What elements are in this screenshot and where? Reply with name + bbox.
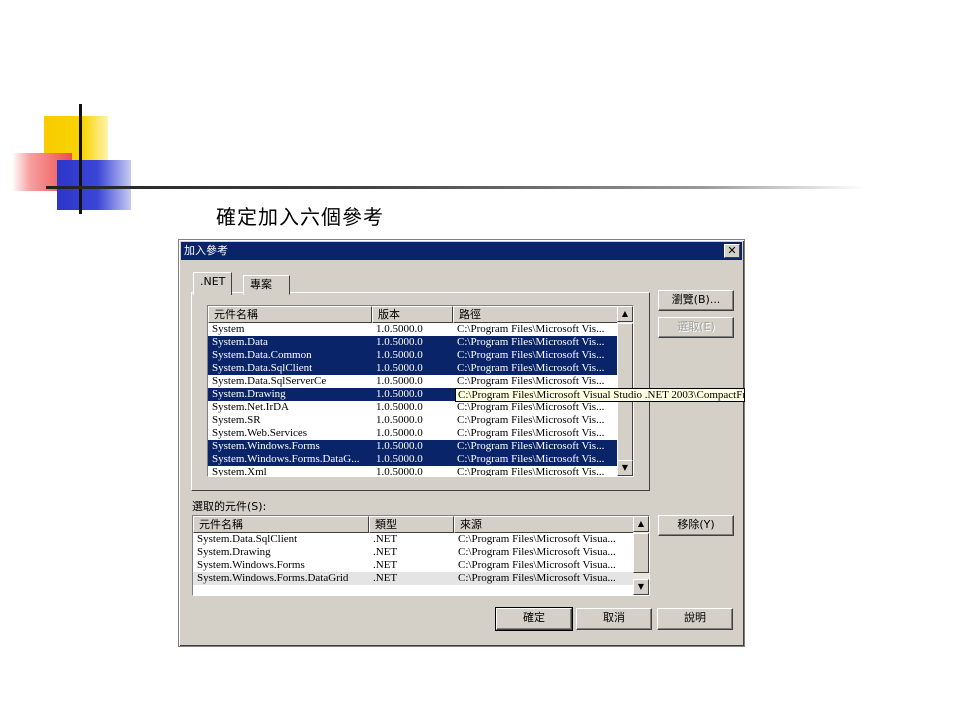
table-cell-name: System.Windows.Forms.DataGrid <box>197 572 349 584</box>
path-tooltip: C:\Program Files\Microsoft Visual Studio… <box>455 388 745 402</box>
table-cell-name: System.Windows.Forms.DataG... <box>212 453 360 465</box>
selected-list-header: 元件名稱 類型 來源 <box>193 516 636 533</box>
column-header-version[interactable]: 版本 <box>372 306 453 323</box>
table-cell-name: System.Net.IrDA <box>212 401 289 413</box>
table-cell-name: System.SR <box>212 414 261 426</box>
table-cell-name: System.Drawing <box>197 546 271 558</box>
tab-projects[interactable]: 專案 <box>243 275 290 295</box>
table-row[interactable]: System.Windows.Forms.DataGrid .NET C:\Prog… <box>193 572 636 585</box>
table-cell-name: System.Data.SqlClient <box>212 362 313 374</box>
table-cell-version: 1.0.5000.0 <box>376 362 423 374</box>
decor-vertical-line <box>79 104 82 214</box>
table-row[interactable]: System 1.0.5000.0 C:\Program Files\Microso… <box>208 323 619 336</box>
table-cell-path: C:\Program Files\Microsoft Vis... <box>457 401 605 413</box>
table-row[interactable]: System.Data.SqlServerCe 1.0.5000.0 C:\Prog… <box>208 375 619 388</box>
slide-title: 確定加入六個參考 <box>216 205 384 229</box>
remove-button[interactable]: 移除(Y) <box>658 515 734 536</box>
selected-rows: System.Data.SqlClient .NET C:\Program File… <box>193 533 636 585</box>
table-row[interactable]: System.Net.IrDA 1.0.5000.0 C:\Program File… <box>208 401 619 414</box>
table-cell-path: C:\Program Files\Microsoft Vis... <box>457 349 605 361</box>
table-cell-path: C:\Program Files\Microsoft Vis... <box>457 453 605 465</box>
table-cell-source: C:\Program Files\Microsoft Visua... <box>458 533 616 545</box>
decor-horizontal-line <box>46 186 866 189</box>
table-cell-name: System.Windows.Forms <box>212 440 320 452</box>
selected-components-label: 選取的元件(S): <box>192 500 267 513</box>
table-cell-path: C:\Program Files\Microsoft Vis... <box>457 466 605 477</box>
select-button[interactable]: 選取(E) <box>658 317 734 338</box>
table-cell-path: C:\Program Files\Microsoft Vis... <box>457 427 605 439</box>
table-cell-source: C:\Program Files\Microsoft Visua... <box>458 559 616 571</box>
scroll-up-icon[interactable]: ▲ <box>617 306 633 322</box>
scroll-down-icon[interactable]: ▼ <box>617 460 633 476</box>
table-row[interactable]: System.Data.SqlClient .NET C:\Program File… <box>193 533 636 546</box>
decor-blue-square <box>57 160 131 210</box>
table-cell-version: 1.0.5000.0 <box>376 349 423 361</box>
table-cell-type: .NET <box>373 572 398 584</box>
table-cell-version: 1.0.5000.0 <box>376 414 423 426</box>
table-row[interactable]: System.Drawing .NET C:\Program Files\Micro… <box>193 546 636 559</box>
table-row[interactable]: System.Data.SqlClient 1.0.5000.0 C:\Progra… <box>208 362 619 375</box>
help-button[interactable]: 說明 <box>657 608 733 630</box>
table-row[interactable]: System.Web.Services 1.0.5000.0 C:\Program … <box>208 427 619 440</box>
selected-list-scrollbar[interactable]: ▲ ▼ <box>633 516 649 595</box>
table-cell-path: C:\Program Files\Microsoft Vis... <box>457 375 605 387</box>
column-header-type[interactable]: 類型 <box>369 516 454 533</box>
table-cell-path: C:\Program Files\Microsoft Vis... <box>457 440 605 452</box>
table-cell-path: C:\Program Files\Microsoft Vis... <box>457 323 605 335</box>
table-row[interactable]: System.SR 1.0.5000.0 C:\Program Files\Micr… <box>208 414 619 427</box>
table-row[interactable]: System.Windows.Forms.DataG... 1.0.5000.0 C… <box>208 453 619 466</box>
table-cell-type: .NET <box>373 559 398 571</box>
table-row[interactable]: System.Xml 1.0.5000.0 C:\Program Files\Mic… <box>208 466 619 477</box>
table-cell-name: System.Data.SqlServerCe <box>212 375 327 387</box>
column-header-source[interactable]: 來源 <box>454 516 636 533</box>
table-row[interactable]: System.Data.Common 1.0.5000.0 C:\Program F… <box>208 349 619 362</box>
scroll-up-icon[interactable]: ▲ <box>633 516 649 532</box>
table-cell-version: 1.0.5000.0 <box>376 336 423 348</box>
table-cell-version: 1.0.5000.0 <box>376 453 423 465</box>
scroll-thumb[interactable] <box>633 533 649 573</box>
table-row[interactable]: System.Windows.Forms 1.0.5000.0 C:\Program… <box>208 440 619 453</box>
table-row[interactable]: System.Data 1.0.5000.0 C:\Program Files\Mi… <box>208 336 619 349</box>
tab-net[interactable]: .NET <box>193 272 233 295</box>
column-header-name[interactable]: 元件名稱 <box>208 306 372 323</box>
reference-list-header: 元件名稱 版本 路徑 <box>208 306 619 323</box>
table-cell-name: System.Drawing <box>212 388 286 400</box>
table-cell-source: C:\Program Files\Microsoft Visua... <box>458 572 616 584</box>
table-cell-version: 1.0.5000.0 <box>376 466 423 477</box>
table-cell-version: 1.0.5000.0 <box>376 388 423 400</box>
selected-components-list[interactable]: 元件名稱 類型 來源 System.Data.SqlClient .NET C:\P… <box>192 515 650 596</box>
ok-button[interactable]: 確定 <box>496 608 572 630</box>
dialog-title: 加入參考 <box>184 244 228 257</box>
table-cell-path: C:\Program Files\Microsoft Vis... <box>457 336 605 348</box>
table-cell-name: System <box>212 323 245 335</box>
table-cell-name: System.Windows.Forms <box>197 559 305 571</box>
table-cell-version: 1.0.5000.0 <box>376 375 423 387</box>
table-cell-path: C:\Program Files\Microsoft Vis... <box>457 362 605 374</box>
table-cell-name: System.Data.Common <box>212 349 312 361</box>
table-cell-name: System.Xml <box>212 466 267 477</box>
table-cell-path: C:\Program Files\Microsoft Vis... <box>457 414 605 426</box>
close-icon[interactable]: ✕ <box>724 244 740 258</box>
table-cell-name: System.Data <box>212 336 268 348</box>
table-cell-version: 1.0.5000.0 <box>376 427 423 439</box>
table-row[interactable]: System.Windows.Forms .NET C:\Program Files… <box>193 559 636 572</box>
table-cell-source: C:\Program Files\Microsoft Visua... <box>458 546 616 558</box>
dialog-titlebar: 加入參考 <box>181 242 742 260</box>
column-header-component[interactable]: 元件名稱 <box>193 516 369 533</box>
table-cell-type: .NET <box>373 546 398 558</box>
table-cell-name: System.Data.SqlClient <box>197 533 298 545</box>
cancel-button[interactable]: 取消 <box>576 608 652 630</box>
table-cell-version: 1.0.5000.0 <box>376 440 423 452</box>
table-cell-type: .NET <box>373 533 398 545</box>
table-cell-version: 1.0.5000.0 <box>376 323 423 335</box>
column-header-path[interactable]: 路徑 <box>453 306 619 323</box>
table-cell-version: 1.0.5000.0 <box>376 401 423 413</box>
scroll-down-icon[interactable]: ▼ <box>633 579 649 595</box>
table-cell-name: System.Web.Services <box>212 427 308 439</box>
browse-button[interactable]: 瀏覽(B)... <box>658 290 734 311</box>
